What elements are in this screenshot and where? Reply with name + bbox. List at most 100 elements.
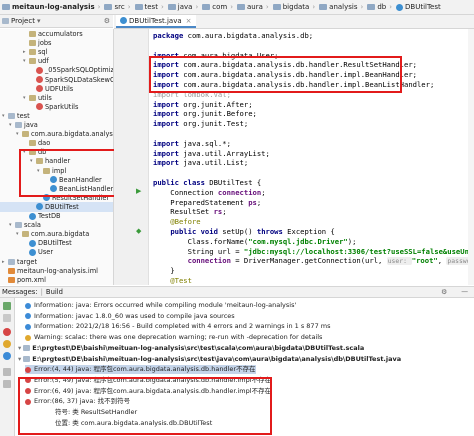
message-row[interactable]: Error:(4, 44) java: 程序包com.aura.bigdata.…: [25, 365, 256, 375]
errors-filter-icon[interactable]: [3, 328, 11, 336]
tree-item-label: com.aura.bigdata: [31, 230, 90, 239]
code-token: user:: [386, 257, 412, 266]
tree-item-label: DBUtilTest: [45, 202, 79, 211]
message-row[interactable]: Information: 2021/2/18 16:56 - Build com…: [25, 322, 330, 331]
tab-build[interactable]: Build: [46, 288, 63, 296]
code-token: rs: [213, 207, 223, 217]
java-class-icon: [29, 248, 36, 256]
expand-arrow-icon[interactable]: ▾: [16, 131, 21, 137]
warnings-filter-icon[interactable]: [3, 340, 11, 348]
message-row[interactable]: ▾ E:\prgtest\DE\baishi\meituan-log-analys…: [18, 355, 401, 364]
expand-arrow-icon[interactable]: ▾: [23, 58, 28, 64]
breadcrumb-item[interactable]: bigdata ›: [271, 3, 317, 11]
code-token: ;: [261, 187, 266, 197]
breadcrumb-item[interactable]: src ›: [102, 3, 132, 11]
file-icon: [8, 276, 15, 283]
folder-icon: [134, 4, 143, 10]
expand-arrow-icon[interactable]: ▾: [16, 231, 21, 237]
annotation-box-handler: [19, 149, 118, 197]
gear-icon[interactable]: ⚙: [104, 17, 110, 25]
tree-item-label: jobs: [38, 39, 52, 48]
dropdown-icon[interactable]: ▾: [37, 17, 41, 25]
breadcrumb-separator: ›: [230, 3, 234, 11]
expand-arrow-icon[interactable]: ▾: [2, 113, 7, 119]
breadcrumb-separator: ›: [312, 3, 316, 11]
stop-icon[interactable]: [3, 314, 11, 322]
info-filter-icon[interactable]: [3, 352, 11, 360]
project-panel-title: Project: [11, 17, 35, 25]
folder-icon: [2, 4, 10, 10]
message-row[interactable]: Warning: scalac: there was one deprecati…: [25, 333, 322, 342]
folder-icon: [8, 258, 15, 265]
expand-arrow-icon[interactable]: ▸: [23, 49, 28, 55]
folder-icon: [104, 4, 113, 10]
code-line: String url = "jdbc:mysql://localhost:330…: [153, 247, 474, 257]
minimize-icon[interactable]: —: [461, 288, 468, 296]
breadcrumb-item[interactable]: meitaun-log-analysis ›: [0, 3, 102, 11]
breadcrumb-item[interactable]: test ›: [133, 3, 166, 11]
collapse-icon[interactable]: [3, 380, 11, 388]
java-class-icon: [396, 3, 404, 11]
expand-arrow-icon[interactable]: ▾: [18, 344, 21, 353]
tab-messages[interactable]: Messages:: [2, 288, 38, 296]
message-text: Error:(4, 44) java: 程序包com.aura.bigdata.…: [34, 365, 256, 374]
message-text: Warning: scalac: there was one deprecati…: [34, 333, 323, 342]
folder-icon: [367, 4, 376, 10]
breadcrumb-item[interactable]: aura ›: [235, 3, 271, 11]
project-panel-header[interactable]: Project ▾ ⚙: [0, 15, 113, 28]
gear-icon[interactable]: ⚙: [441, 288, 447, 296]
expand-arrow-icon[interactable]: ▾: [18, 355, 21, 364]
editor-scrollbar[interactable]: [468, 29, 474, 285]
java-class-icon: [29, 212, 36, 220]
breadcrumb: meitaun-log-analysis › src › test › java › com › a…: [0, 0, 474, 15]
expand-arrow-icon[interactable]: ▾: [9, 122, 14, 128]
breakpoint-icon[interactable]: ◆: [136, 227, 141, 235]
breadcrumb-label: src: [114, 3, 125, 11]
close-icon[interactable]: ×: [186, 17, 192, 25]
expand-icon[interactable]: [3, 368, 11, 376]
tab-label: DBUtilTest.java: [129, 16, 182, 25]
scala-object-icon: [36, 76, 43, 83]
rerun-icon[interactable]: [3, 302, 11, 310]
file-icon: [23, 345, 31, 352]
tree-item-label: SparkSQLDataSkewOp: [45, 75, 114, 84]
message-row[interactable]: ▾ E:\prgtest\DE\baishi\meituan-log-analys…: [18, 344, 364, 353]
message-row[interactable]: Information: javac 1.8.0_60 was used to …: [25, 312, 235, 321]
code-token: com.aura.bigdata.analysis.db;: [187, 31, 314, 40]
code-token: connection: [187, 256, 231, 266]
breadcrumb-item[interactable]: java ›: [166, 3, 200, 11]
code-token: java.sql.*;: [183, 138, 231, 148]
code-token: import: [153, 148, 184, 158]
code-token: import: [153, 99, 184, 109]
code-line: PreparedStatement ps;: [153, 198, 261, 208]
tree-item-label: sql: [38, 48, 48, 57]
bottom-tool-tabs: Messages: | Build ⚙ —: [0, 286, 474, 298]
editor-gutter: ▶ ◆: [114, 29, 149, 285]
breadcrumb-item[interactable]: db ›: [365, 3, 394, 11]
file-icon: [23, 356, 31, 362]
expand-arrow-icon[interactable]: ▾: [9, 222, 14, 228]
code-token: Exception {: [287, 227, 335, 236]
breadcrumb-separator: ›: [97, 3, 101, 11]
folder-icon: [167, 4, 176, 10]
project-icon: [2, 18, 9, 24]
code-line: @Before: [153, 217, 200, 227]
message-text: E:\prgtest\DE\baishi\meituan-log-analysi…: [32, 343, 365, 352]
info-icon: [25, 302, 31, 309]
run-icon[interactable]: ▶: [136, 187, 141, 195]
breadcrumb-item[interactable]: analysis ›: [317, 3, 365, 11]
breadcrumb-item[interactable]: DBUtilTest: [394, 3, 443, 11]
package-icon: [29, 40, 36, 47]
code-line: import org.junit.Before;: [153, 109, 257, 119]
package-icon: [22, 131, 29, 138]
breadcrumb-item[interactable]: com ›: [200, 3, 235, 11]
message-text: E:\prgtest\DE\baishi\meituan-log-analysi…: [32, 354, 402, 363]
java-class-icon: [29, 239, 36, 247]
message-row[interactable]: Information: java: Errors occurred while…: [25, 301, 296, 310]
tree-item[interactable]: pom.xml: [0, 275, 113, 285]
expand-arrow-icon[interactable]: ▸: [2, 259, 7, 265]
info-icon: [25, 323, 31, 330]
expand-arrow-icon[interactable]: ▾: [23, 95, 28, 101]
tab-dbutiltest[interactable]: DBUtilTest.java ×: [116, 15, 196, 28]
